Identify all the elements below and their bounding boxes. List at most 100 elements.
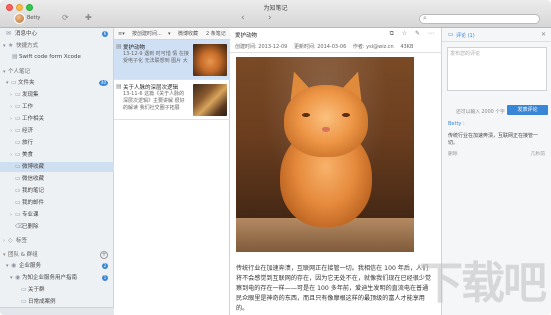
folder-icon: ▭	[15, 211, 21, 218]
sidebar-item-folder[interactable]: › ▭ 专业课	[0, 210, 114, 220]
doc-icon: ▤	[116, 83, 122, 90]
chevron-down-icon: ▾	[3, 69, 6, 75]
star-icon: ★	[8, 42, 14, 49]
folder-icon: ▭	[15, 199, 21, 206]
folder-icon: ▭	[15, 151, 21, 158]
comment-author[interactable]: Betty :	[448, 121, 465, 127]
avatar[interactable]	[14, 13, 25, 24]
watermark: 下载吧	[419, 258, 547, 309]
note-count: 2 条笔记	[206, 31, 226, 37]
folder-icon: ▭	[15, 103, 21, 110]
comments-title: 评论 (1)	[456, 33, 475, 39]
new-note-icon[interactable]: ✚	[85, 13, 92, 23]
sidebar-item-weibo[interactable]: ▭ 微博收藏	[0, 162, 114, 172]
sidebar-item-folder[interactable]: ▭ 我的笔记	[0, 186, 114, 196]
sidebar-item-folder[interactable]: › ▭ 工作相关	[0, 114, 114, 124]
editor-toolbar[interactable]: ⧉ ☆ ✎ ⋯	[390, 30, 437, 38]
sidebar-item-messages[interactable]: ✉ 消息中心 6	[0, 29, 114, 39]
title-bar: 为知笔记 Betty ⟳ ✚ ‹ › ⌕	[0, 0, 551, 28]
chevron-right-icon: ›	[10, 128, 12, 134]
sidebar: ✉ 消息中心 6 ▾ ★ 快捷方式 ▤ Swift code form Xcod…	[0, 28, 114, 315]
note-meta: 创建时间: 2013-12-09 更新时间: 2014-03-06 作者: ys…	[235, 43, 418, 50]
sync-icon[interactable]: ⟳	[62, 13, 69, 23]
chevron-right-icon: ›	[10, 152, 12, 158]
note-size: 43KB	[400, 44, 414, 50]
folder-icon: ▭	[15, 175, 21, 182]
chevron-right-icon: ›	[10, 116, 12, 122]
folder-icon: ▭	[21, 298, 27, 305]
sidebar-section-personal[interactable]: ▾ 个人笔记	[0, 67, 114, 77]
comment-body: 传统行业在加速奔溃，互联网正在接管一切。	[448, 133, 539, 146]
chevron-down-icon: ▾	[6, 80, 9, 86]
close-icon[interactable]: ✕	[541, 31, 546, 38]
sidebar-item-user-guide[interactable]: ▾ ◉ 为知企业服务用户指南 1	[0, 273, 114, 283]
comment-time: 几秒前	[530, 152, 545, 157]
sidebar-item-swift-code[interactable]: ▤ Swift code form Xcode	[0, 52, 114, 62]
forward-button[interactable]: ›	[268, 13, 272, 23]
doc-icon: ▤	[116, 43, 122, 50]
comment-input[interactable]: 发布您的评论	[447, 47, 547, 91]
chevron-right-icon: ›	[3, 238, 5, 244]
sidebar-footer	[0, 307, 114, 315]
count-badge: 40	[99, 80, 108, 86]
list-item[interactable]: ▤ 关于人脉的深层次逻辑 13-11-6 这篇《关于人脉的深层次逻辑》主要讲解 …	[114, 80, 230, 120]
sidebar-item-folders[interactable]: ▾ ▭ 文件夹 40	[0, 78, 114, 88]
sidebar-item-enterprise[interactable]: ▾ ◉ 企业服务 2	[0, 261, 114, 271]
kitten-photo	[236, 57, 414, 252]
sidebar-section-teams[interactable]: ▾ 团队 & 群组 +	[0, 250, 114, 260]
folder-icon: ▭	[11, 79, 17, 86]
sidebar-item-folder[interactable]: › ▭ 经济	[0, 126, 114, 136]
submit-comment-button[interactable]: 发表评论	[507, 105, 548, 115]
unread-badge: 6	[102, 31, 108, 37]
folder-icon: ▭	[15, 127, 21, 134]
note-body[interactable]: 传统行业在加速奔溃，互联网正在接管一切。我相信在 100 年后，人们将不会感觉到…	[236, 264, 434, 314]
note-title: 爱护动物	[123, 45, 146, 51]
comments-header: ▭ 评论 (1) ✕	[442, 28, 551, 42]
delete-comment-link[interactable]: 删除	[448, 150, 458, 157]
note-editor: 爱护动物 ⧉ ☆ ✎ ⋯ 创建时间: 2013-12-09 更新时间: 2014…	[230, 28, 442, 315]
divider	[230, 52, 442, 53]
folder-icon: ▭	[15, 115, 21, 122]
back-button[interactable]: ‹	[241, 13, 245, 23]
list-item[interactable]: ▤ 爱护动物 13-12-9 遇到 时可惜 情 在接受电子化 无法联想到 图片 …	[114, 40, 230, 80]
kitten-head	[284, 85, 368, 157]
note-title: 关于人脉的深层次逻辑	[123, 85, 179, 91]
user-name[interactable]: Betty	[27, 15, 40, 21]
sidebar-item-folder[interactable]: › ▭ 发现集	[0, 90, 114, 100]
view-mode-icon[interactable]: ≡▾	[118, 28, 125, 40]
folder-icon: ▭	[15, 139, 21, 146]
sidebar-item-folder[interactable]: ▭ 日常成案例	[0, 297, 114, 307]
author: 作者: ysl@wiz.cn	[352, 44, 394, 50]
chevron-down-icon: ▾	[3, 252, 6, 258]
sidebar-section-shortcuts[interactable]: ▾ ★ 快捷方式	[0, 41, 114, 51]
sidebar-item-folder[interactable]: ▭ 我的邮件	[0, 198, 114, 208]
chevron-down-icon: ▾	[168, 31, 171, 37]
folder-icon: ▭	[21, 286, 27, 293]
tag-icon: ◇	[8, 237, 13, 244]
folder-icon: ▭	[15, 187, 21, 194]
count-badge: 1	[102, 275, 108, 281]
folder-icon: ▭	[15, 91, 21, 98]
folder-name: 微博收藏	[178, 31, 199, 37]
sidebar-item-trash[interactable]: ⌫ 已删除	[0, 222, 114, 232]
sidebar-item-folder[interactable]: ▭ 关于群	[0, 285, 114, 295]
note-list: ≡▾ 按创建时间... ▾ 微博收藏 2 条笔记 ▤ 爱护动物 13-12-9 …	[114, 28, 230, 315]
note-thumbnail	[193, 84, 227, 116]
count-badge: 2	[102, 263, 108, 269]
kitten-eye	[342, 113, 350, 117]
chevron-down-icon: ▾	[6, 263, 9, 269]
note-title[interactable]: 爱护动物	[235, 31, 257, 39]
sort-dropdown[interactable]: 按创建时间...	[132, 28, 162, 40]
group-icon: ◉	[11, 262, 17, 269]
sidebar-item-folder[interactable]: › ▭ 美食	[0, 150, 114, 160]
add-group-button[interactable]: +	[100, 251, 108, 259]
sidebar-item-folder[interactable]: › ▭ 工作	[0, 102, 114, 112]
chevron-right-icon: ›	[10, 92, 12, 98]
char-limit: 还可以输入 2000 个字	[456, 110, 505, 115]
search-input[interactable]: ⌕	[419, 14, 540, 24]
sidebar-item-folder[interactable]: ▭ 旅行	[0, 138, 114, 148]
sidebar-section-tags[interactable]: › ◇ 标签	[0, 236, 114, 246]
sidebar-item-folder[interactable]: ▭ 微信收藏	[0, 174, 114, 184]
note-list-header: ≡▾ 按创建时间... ▾ 微博收藏 2 条笔记	[114, 28, 230, 40]
chevron-down-icon: ▾	[10, 275, 13, 281]
